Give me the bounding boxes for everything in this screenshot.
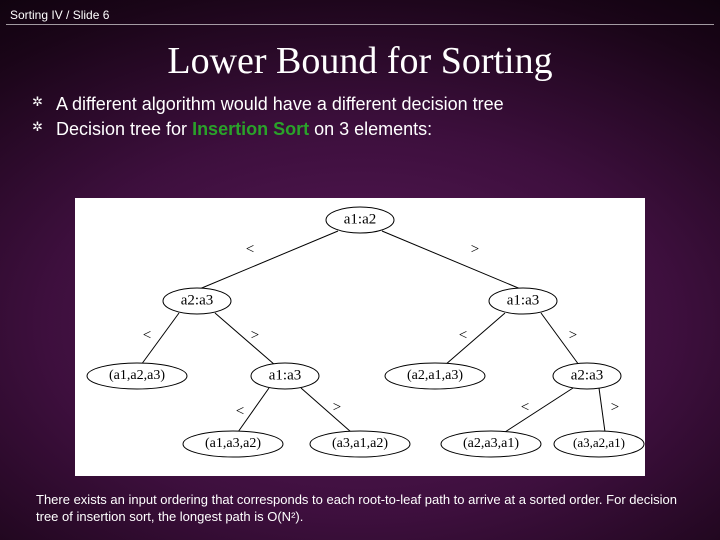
- divider: [6, 24, 714, 25]
- node-label: a2:a3: [181, 292, 213, 308]
- bullet-text: Decision tree for: [56, 119, 192, 139]
- edge-label: >: [471, 241, 479, 257]
- bullet-list: A different algorithm would have a diffe…: [56, 93, 720, 142]
- bullet-item: A different algorithm would have a diffe…: [56, 93, 720, 116]
- node-label: (a1,a3,a2): [205, 436, 261, 451]
- edge-label: >: [251, 327, 259, 343]
- decision-tree-diagram: < > < > < > < > < > a1:a2 a2:a3 a1:a3 (a…: [75, 198, 645, 476]
- edge-label: <: [143, 327, 151, 343]
- bullet-item: Decision tree for Insertion Sort on 3 el…: [56, 118, 720, 141]
- edge-label: >: [569, 327, 577, 343]
- edge-label: <: [236, 403, 244, 419]
- footer-note: There exists an input ordering that corr…: [36, 491, 692, 526]
- edge-label: >: [611, 399, 619, 415]
- highlight-text: Insertion Sort: [192, 119, 309, 139]
- node-label: (a3,a2,a1): [573, 435, 625, 450]
- edge-label: <: [459, 327, 467, 343]
- tree-svg: < > < > < > < > < > a1:a2 a2:a3 a1:a3 (a…: [75, 198, 645, 476]
- node-label: a2:a3: [571, 367, 603, 383]
- node-label: (a2,a1,a3): [407, 368, 463, 383]
- node-label: (a1,a2,a3): [109, 368, 165, 383]
- node-label: a1:a2: [344, 211, 376, 227]
- page-title: Lower Bound for Sorting: [0, 39, 720, 83]
- breadcrumb: Sorting IV / Slide 6: [0, 0, 720, 24]
- node-label: (a2,a3,a1): [463, 436, 519, 451]
- edge-label: <: [246, 241, 254, 257]
- edge-label: >: [333, 399, 341, 415]
- bullet-text: on 3 elements:: [309, 119, 432, 139]
- node-label: a1:a3: [269, 367, 301, 383]
- edge-label: <: [521, 399, 529, 415]
- node-label: (a3,a1,a2): [332, 436, 388, 451]
- node-label: a1:a3: [507, 292, 539, 308]
